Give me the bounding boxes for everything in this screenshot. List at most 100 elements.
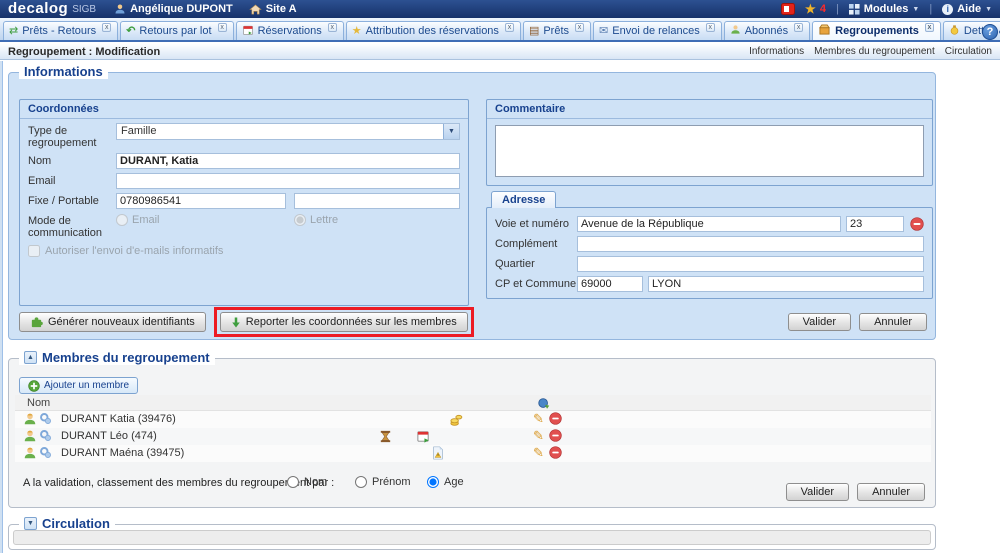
fixe-portable-label: Fixe / Portable: [28, 193, 116, 207]
coins-icon: [449, 412, 464, 427]
tab-regroupements[interactable]: Regroupements x: [812, 21, 941, 40]
tab-label: Regroupements: [835, 25, 919, 37]
collapse-up-icon[interactable]: ▲: [24, 351, 37, 364]
tab-close-icon[interactable]: x: [218, 23, 227, 32]
mode-lettre-option: Lettre: [294, 214, 338, 226]
reservation-calendar-icon: [242, 24, 254, 39]
mode-communication-label: Mode de communication: [28, 213, 116, 239]
autoriser-emails-checkbox[interactable]: [28, 245, 40, 257]
tab-abonnes[interactable]: Abonnés x: [724, 21, 810, 40]
separator: |: [836, 3, 839, 15]
help-button[interactable]: ?: [982, 24, 998, 40]
quartier-label: Quartier: [495, 258, 577, 270]
current-site[interactable]: Site A: [249, 3, 297, 15]
section-membres: ▲ Membres du regroupement Ajouter un mem…: [8, 358, 936, 508]
quartier-input[interactable]: [577, 256, 924, 272]
portable-input[interactable]: [294, 193, 460, 209]
tab-close-icon[interactable]: x: [505, 23, 514, 32]
valider-button[interactable]: Valider: [788, 313, 851, 331]
sort-prenom-label: Prénom: [372, 476, 411, 488]
anchor-membres[interactable]: Membres du regroupement: [814, 46, 935, 57]
anchor-informations[interactable]: Informations: [749, 46, 804, 57]
tab-close-icon[interactable]: x: [102, 23, 111, 32]
tab-reservations[interactable]: Réservations x: [236, 21, 344, 40]
generer-identifiants-button[interactable]: Générer nouveaux identifiants: [19, 312, 206, 332]
remove-member-icon[interactable]: [549, 446, 562, 459]
annuler-membres-button[interactable]: Annuler: [857, 483, 925, 501]
sort-age-radio[interactable]: [427, 476, 439, 488]
tab-prets-retours[interactable]: ⇄ Prêts - Retours x: [3, 21, 118, 40]
tab-adresse[interactable]: Adresse: [491, 191, 556, 208]
mode-lettre-label: Lettre: [310, 214, 338, 226]
tab-label: Prêts - Retours: [22, 25, 96, 37]
chevron-down-icon: ▼: [985, 6, 992, 13]
tab-prets[interactable]: ▤ Prêts x: [523, 21, 591, 40]
cp-input[interactable]: [577, 276, 643, 292]
commune-input[interactable]: [648, 276, 924, 292]
tab-close-icon[interactable]: x: [575, 23, 584, 32]
member-link-icon[interactable]: [39, 412, 52, 425]
tab-close-icon[interactable]: x: [925, 23, 934, 32]
type-regroupement-select[interactable]: Famille ▼: [116, 123, 460, 140]
remove-address-icon[interactable]: [910, 217, 924, 231]
valider-membres-button[interactable]: Valider: [786, 483, 849, 501]
complement-input[interactable]: [577, 236, 924, 252]
notifications[interactable]: ★ 4: [805, 2, 826, 16]
tab-label: Réservations: [258, 25, 322, 37]
member-link-icon[interactable]: [39, 429, 52, 442]
remove-member-icon[interactable]: [549, 429, 562, 442]
edit-pencil-icon[interactable]: ✎: [533, 445, 544, 461]
table-row[interactable]: DURANT Katia (39476) ✎: [15, 411, 931, 428]
mode-lettre-radio[interactable]: [294, 214, 306, 226]
aide-menu[interactable]: i Aide ▼: [942, 3, 992, 15]
table-row[interactable]: DURANT Léo (474) ✎: [15, 428, 931, 445]
autoriser-emails-label: Autoriser l'envoi d'e-mails informatifs: [45, 245, 223, 257]
sort-prenom-radio[interactable]: [355, 476, 367, 488]
modules-menu[interactable]: Modules ▼: [849, 3, 920, 15]
sort-nom-radio[interactable]: [287, 476, 299, 488]
reporter-label: Reporter les coordonnées sur les membres: [246, 316, 457, 328]
tab-retours-par-lot[interactable]: ↶ Retours par lot x: [120, 21, 233, 40]
money-bag-icon: [949, 24, 960, 38]
tab-label: Retours par lot: [139, 25, 211, 37]
tab-envoi-relances[interactable]: ✉ Envoi de relances x: [593, 21, 722, 40]
puzzle-icon: [30, 316, 43, 329]
section-circulation: ▼ Circulation: [8, 524, 936, 550]
ajouter-membre-button[interactable]: Ajouter un membre: [19, 377, 138, 394]
reporter-coordonnees-button[interactable]: Reporter les coordonnées sur les membres: [220, 312, 468, 332]
actions-header-icon: [537, 396, 551, 410]
star-icon: ★: [805, 2, 816, 16]
sort-option-age: Age: [427, 476, 464, 488]
mode-email-radio[interactable]: [116, 214, 128, 226]
annuler-button[interactable]: Annuler: [859, 313, 927, 331]
fixe-input[interactable]: [116, 193, 286, 209]
numero-input[interactable]: [846, 216, 904, 232]
email-input[interactable]: [116, 173, 460, 189]
nom-input[interactable]: [116, 153, 460, 169]
edit-pencil-icon[interactable]: ✎: [533, 411, 544, 427]
remove-member-icon[interactable]: [549, 412, 562, 425]
type-regroupement-label: Type de regroupement: [28, 123, 116, 149]
collapse-down-icon[interactable]: ▼: [24, 517, 37, 530]
current-user[interactable]: Angélique DUPONT: [114, 3, 233, 15]
voie-numero-label: Voie et numéro: [495, 218, 577, 230]
mode-email-option: Email: [116, 214, 160, 226]
voie-input[interactable]: [577, 216, 841, 232]
edit-pencil-icon[interactable]: ✎: [533, 428, 544, 444]
tab-label: Attribution des réservations: [366, 25, 499, 37]
panel-commentaire: Commentaire: [486, 99, 933, 186]
mode-email-label: Email: [132, 214, 160, 226]
page-left-edge: [0, 61, 3, 553]
table-header: Nom: [15, 395, 931, 411]
document-warning-icon: [431, 446, 445, 460]
tab-close-icon[interactable]: x: [706, 23, 715, 32]
commentaire-textarea[interactable]: [495, 125, 924, 177]
alert-icon[interactable]: [781, 3, 795, 15]
table-row[interactable]: DURANT Maéna (39475) ✎: [15, 445, 931, 462]
tab-close-icon[interactable]: x: [794, 23, 803, 32]
anchor-circulation[interactable]: Circulation: [945, 46, 992, 57]
member-link-icon[interactable]: [39, 446, 52, 459]
tab-close-icon[interactable]: x: [328, 23, 337, 32]
tab-attribution-reservations[interactable]: ★ Attribution des réservations x: [346, 21, 521, 40]
circulation-collapsed-bar[interactable]: [13, 530, 931, 545]
